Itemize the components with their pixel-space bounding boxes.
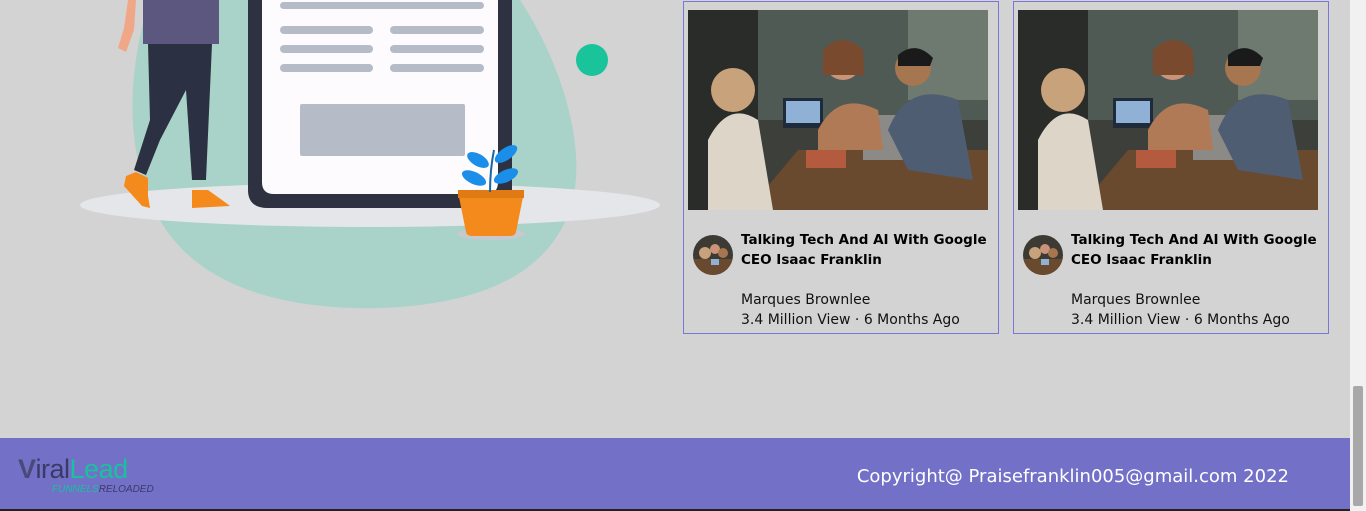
cafe-photo <box>1018 10 1318 210</box>
avatar-image <box>1023 235 1063 275</box>
hero-illustration <box>0 0 680 330</box>
cafe-photo <box>688 10 988 210</box>
video-meta: 3.4 Million View · 6 Months Ago <box>1071 310 1290 330</box>
channel-avatar[interactable] <box>693 235 733 275</box>
channel-name[interactable]: Marques Brownlee <box>741 290 870 310</box>
video-card[interactable]: Talking Tech And AI With Google CEO Isaa… <box>683 1 999 334</box>
phone-illustration <box>80 0 660 309</box>
video-thumbnail[interactable] <box>1018 10 1318 210</box>
view-count: 3.4 Million View <box>1071 312 1181 328</box>
logo-wordmark: ViralLead <box>18 454 128 484</box>
video-title[interactable]: Talking Tech And AI With Google CEO Isaa… <box>1071 230 1321 270</box>
video-card[interactable]: Talking Tech And AI With Google CEO Isaa… <box>1013 1 1329 334</box>
video-title[interactable]: Talking Tech And AI With Google CEO Isaa… <box>741 230 991 270</box>
vertical-scrollbar[interactable] <box>1350 0 1366 511</box>
view-count: 3.4 Million View <box>741 312 851 328</box>
copyright-text: Copyright@ Praisefranklin005@gmail.com 2… <box>856 466 1289 487</box>
channel-name[interactable]: Marques Brownlee <box>1071 290 1200 310</box>
meta-separator: · <box>1184 312 1190 328</box>
upload-age: 6 Months Ago <box>863 312 960 328</box>
meta-separator: · <box>854 312 860 328</box>
viral-lead-logo[interactable]: ViralLead FUNNELSRELOADED <box>18 452 178 498</box>
video-meta: 3.4 Million View · 6 Months Ago <box>741 310 960 330</box>
upload-age: 6 Months Ago <box>1193 312 1290 328</box>
scrollbar-thumb[interactable] <box>1353 386 1363 506</box>
channel-avatar[interactable] <box>1023 235 1063 275</box>
site-footer: ViralLead FUNNELSRELOADED Copyright@ Pra… <box>0 438 1350 509</box>
avatar-image <box>693 235 733 275</box>
logo-tagline: FUNNELSRELOADED <box>52 484 154 495</box>
video-thumbnail[interactable] <box>688 10 988 210</box>
